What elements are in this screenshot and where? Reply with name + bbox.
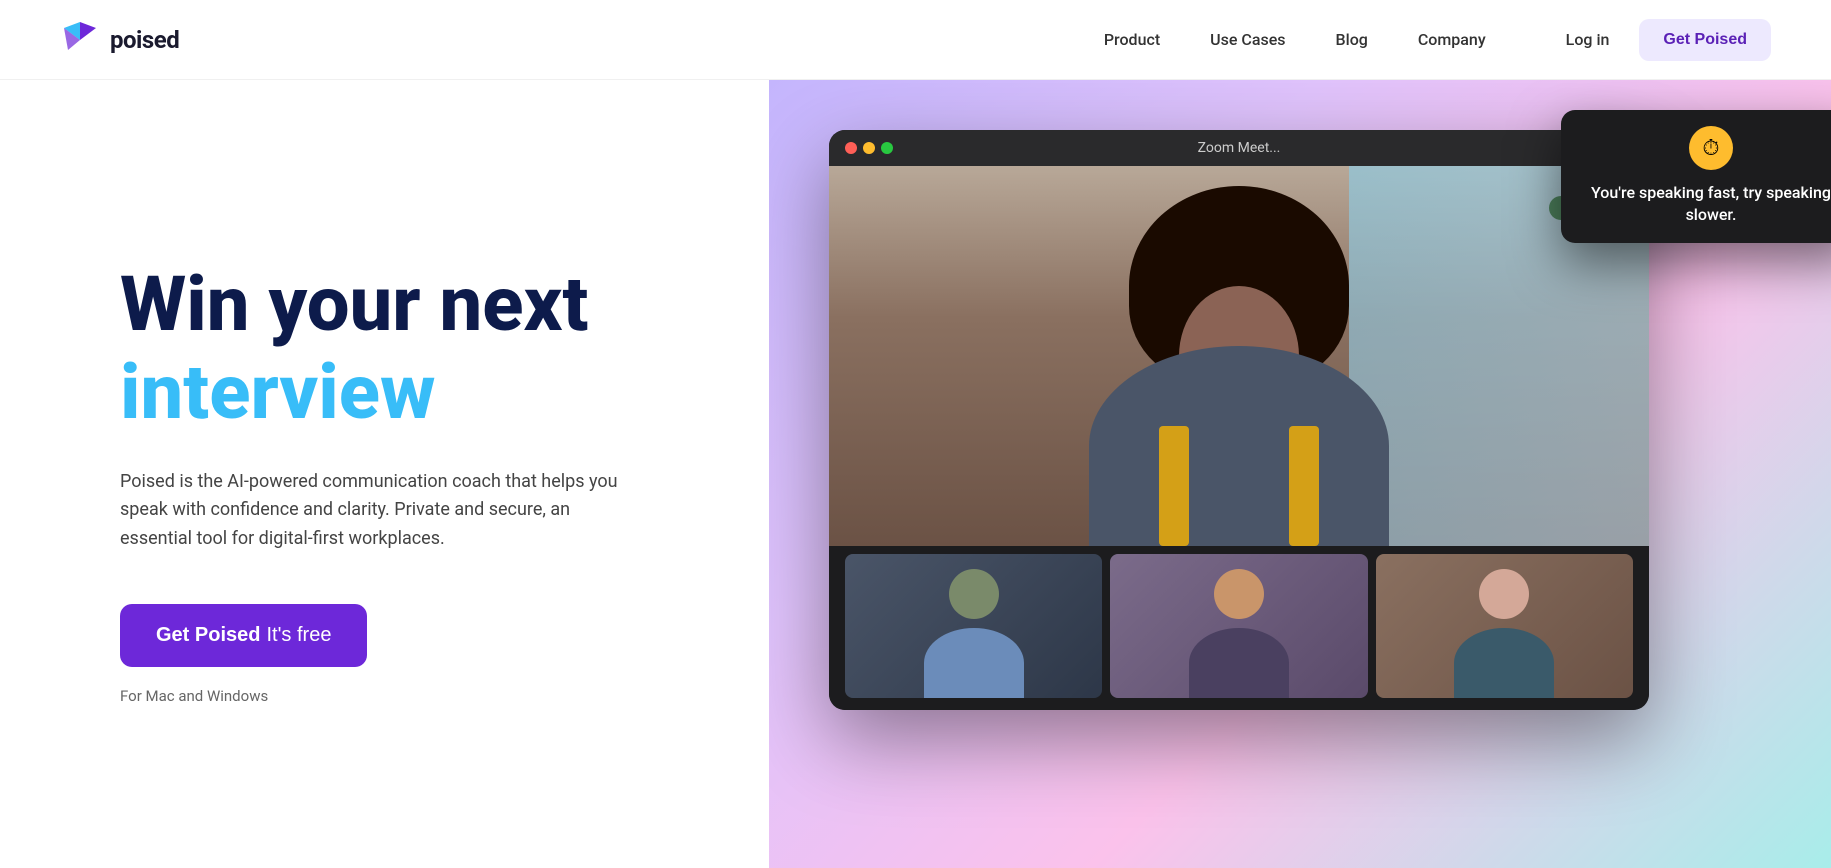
navbar: poised Product Use Cases Blog Company Lo… (0, 0, 1831, 80)
zoom-mock-window: Zoom Meet... (829, 130, 1649, 710)
zoom-window-dots (845, 142, 893, 154)
headline-line2: interview (120, 347, 709, 438)
participant-1 (845, 554, 1102, 698)
get-poised-nav-button[interactable]: Get Poised (1639, 19, 1771, 61)
zoom-main-video (829, 166, 1649, 546)
dot-green (881, 142, 893, 154)
nav-product[interactable]: Product (1104, 30, 1160, 49)
timer-emoji: ⏱ (1702, 136, 1719, 161)
poised-overlay: ✕ ⏱ You're speaking fast, try speaking s… (1561, 110, 1831, 243)
headline: Win your next interview (120, 263, 709, 468)
p2-body (1189, 628, 1289, 698)
overlay-message: You're speaking fast, try speaking slowe… (1581, 182, 1831, 227)
logo[interactable]: poised (60, 20, 179, 60)
main-container: Win your next interview Poised is the AI… (0, 80, 1831, 868)
nav-blog[interactable]: Blog (1336, 30, 1368, 49)
login-link[interactable]: Log in (1566, 30, 1610, 49)
cta-bold: Get Poised (156, 624, 260, 647)
p3-body (1454, 628, 1554, 698)
dot-yellow (863, 142, 875, 154)
main-speaker-bg (829, 166, 1649, 546)
hero-description: Poised is the AI-powered communication c… (120, 468, 640, 554)
nav-links: Product Use Cases Blog Company (1104, 30, 1486, 49)
participant-3 (1376, 554, 1633, 698)
hero-left: Win your next interview Poised is the AI… (0, 80, 769, 868)
logo-text: poised (110, 26, 179, 54)
hero-right: Zoom Meet... (769, 80, 1831, 868)
logo-icon (60, 20, 100, 60)
zoom-titlebar: Zoom Meet... (829, 130, 1649, 166)
participant-2 (1110, 554, 1367, 698)
headline-line1: Win your next (120, 263, 709, 347)
p3-head (1479, 569, 1529, 619)
strap-left (1159, 426, 1189, 546)
p2-head (1214, 569, 1264, 619)
p1-head (949, 569, 999, 619)
zoom-controls (829, 706, 1649, 710)
nav-use-cases[interactable]: Use Cases (1210, 30, 1285, 49)
zoom-participants (829, 546, 1649, 706)
timer-icon: ⏱ (1689, 126, 1733, 170)
nav-right: Log in Get Poised (1566, 19, 1771, 61)
nav-company[interactable]: Company (1418, 30, 1486, 49)
strap-right (1289, 426, 1319, 546)
cta-button[interactable]: Get Poised It's free (120, 604, 367, 667)
zoom-title: Zoom Meet... (1198, 140, 1281, 156)
p1-body (924, 628, 1024, 698)
speaker-body (1089, 346, 1389, 546)
cta-light: It's free (266, 624, 331, 647)
overlay-icon-row: ⏱ (1581, 126, 1831, 170)
dot-red (845, 142, 857, 154)
platform-note: For Mac and Windows (120, 687, 709, 705)
